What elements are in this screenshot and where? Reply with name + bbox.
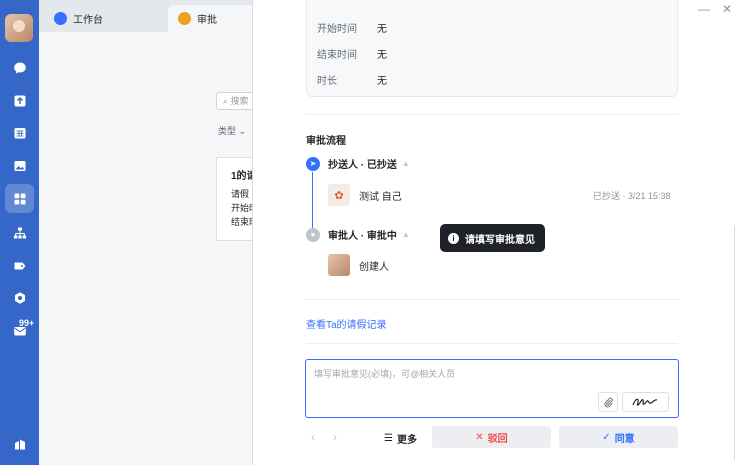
field-value: 无 <box>377 50 387 61</box>
tab-approval-label: 审批 <box>197 15 217 26</box>
time-fields-box: 开始时间无 结束时间无 时长无 <box>306 0 678 97</box>
check-icon: ✓ <box>602 431 611 443</box>
org-chart-icon[interactable] <box>10 223 29 242</box>
approver-node-label: 审批人 · 审批中 <box>328 231 397 242</box>
unread-badge: 99+ <box>19 318 35 328</box>
leave-records-link[interactable]: 查看Ta的请假记录 <box>306 316 387 331</box>
workbench-icon <box>54 12 67 25</box>
cc-status-time: 已抄送 · 3/21 15:38 <box>593 191 671 201</box>
approver-node[interactable]: ● 审批人 · 审批中 ▲ <box>306 227 410 242</box>
next-arrow-icon[interactable]: › <box>333 430 337 444</box>
search-placeholder: 搜索 <box>230 96 249 106</box>
chevron-up-icon[interactable]: ▲ <box>402 159 410 168</box>
agree-label: 同意 <box>614 433 635 445</box>
close-icon: ✕ <box>475 431 484 443</box>
attachment-button[interactable] <box>598 392 618 412</box>
approver-person: 创建人 <box>328 254 389 276</box>
approval-icon <box>178 12 191 25</box>
chevron-up-icon[interactable]: ▲ <box>402 230 410 239</box>
chat-icon[interactable] <box>10 58 29 77</box>
minimize-icon[interactable]: — <box>698 2 710 16</box>
paperclip-icon <box>603 397 613 407</box>
flower-avatar-icon: ✿ <box>328 184 350 206</box>
field-label: 结束时间 <box>317 50 357 61</box>
more-button[interactable]: ☰ 更多 <box>384 431 417 446</box>
field-value: 无 <box>377 76 387 87</box>
avatar <box>328 254 350 276</box>
cc-person-name: 测试 自己 <box>359 191 402 203</box>
type-filter[interactable]: 类型 ⌄ <box>218 124 246 137</box>
tab-approval[interactable]: 审批 <box>168 5 258 32</box>
close-icon[interactable]: ✕ <box>722 2 732 16</box>
workspace-apps-icon[interactable] <box>5 184 34 213</box>
comment-required-tooltip: i 请填写审批意见 <box>440 224 545 252</box>
flow-connector <box>312 172 313 228</box>
pending-user-icon: ● <box>306 227 320 242</box>
prev-arrow-icon[interactable]: ‹ <box>311 430 315 444</box>
cc-node-label: 抄送人 · 已抄送 <box>328 160 397 171</box>
type-filter-label: 类型 <box>218 126 237 136</box>
field-duration: 时长 无 <box>317 72 387 87</box>
field-start-time: 开始时间 无 <box>317 20 387 35</box>
menu-icon: ☰ <box>384 433 393 444</box>
upload-icon[interactable] <box>10 91 29 110</box>
chevron-down-icon: ⌄ <box>238 126 247 136</box>
comment-box <box>305 359 679 418</box>
divider <box>306 343 678 344</box>
left-nav-rail: 99+ <box>0 0 39 465</box>
reject-label: 驳回 <box>487 433 508 445</box>
tab-workbench-label: 工作台 <box>73 15 103 26</box>
divider <box>306 299 678 300</box>
approval-flow-title: 审批流程 <box>306 136 346 147</box>
user-avatar[interactable] <box>5 14 33 42</box>
agree-button[interactable]: ✓ 同意 <box>559 426 678 448</box>
info-icon: i <box>448 232 459 244</box>
field-value: 无 <box>377 24 387 35</box>
tab-workbench[interactable]: 工作台 <box>44 5 168 32</box>
tooltip-text: 请填写审批意见 <box>465 234 535 246</box>
approval-card[interactable]: 1的请 请假 开始时 结束时 <box>216 157 256 241</box>
field-label: 时长 <box>317 76 337 87</box>
cc-person: ✿ 测试 自己 <box>328 184 402 206</box>
divider <box>306 114 678 115</box>
search-input[interactable]: ⌕ 搜索 <box>216 92 256 110</box>
tag-icon[interactable] <box>10 256 29 275</box>
search-icon: ⌕ <box>223 96 231 106</box>
more-label: 更多 <box>396 435 417 446</box>
approval-detail-panel: — ✕ 开始时间无 结束时间无 时长无 审批流程 ➤ 抄送人 · 已抄送 ▲ ✿… <box>252 0 735 465</box>
image-icon[interactable] <box>10 156 29 175</box>
field-label: 开始时间 <box>317 24 357 35</box>
send-icon: ➤ <box>306 156 320 171</box>
signature-button[interactable] <box>622 392 669 412</box>
cc-node[interactable]: ➤ 抄送人 · 已抄送 ▲ <box>306 156 410 171</box>
calendar-icon[interactable] <box>10 123 29 142</box>
signature-icon <box>631 398 657 406</box>
hexagon-icon[interactable] <box>10 288 29 307</box>
reject-button[interactable]: ✕ 驳回 <box>432 426 551 448</box>
field-end-time: 结束时间 无 <box>317 46 387 61</box>
building-icon[interactable] <box>10 434 29 453</box>
approver-person-name: 创建人 <box>359 261 389 273</box>
